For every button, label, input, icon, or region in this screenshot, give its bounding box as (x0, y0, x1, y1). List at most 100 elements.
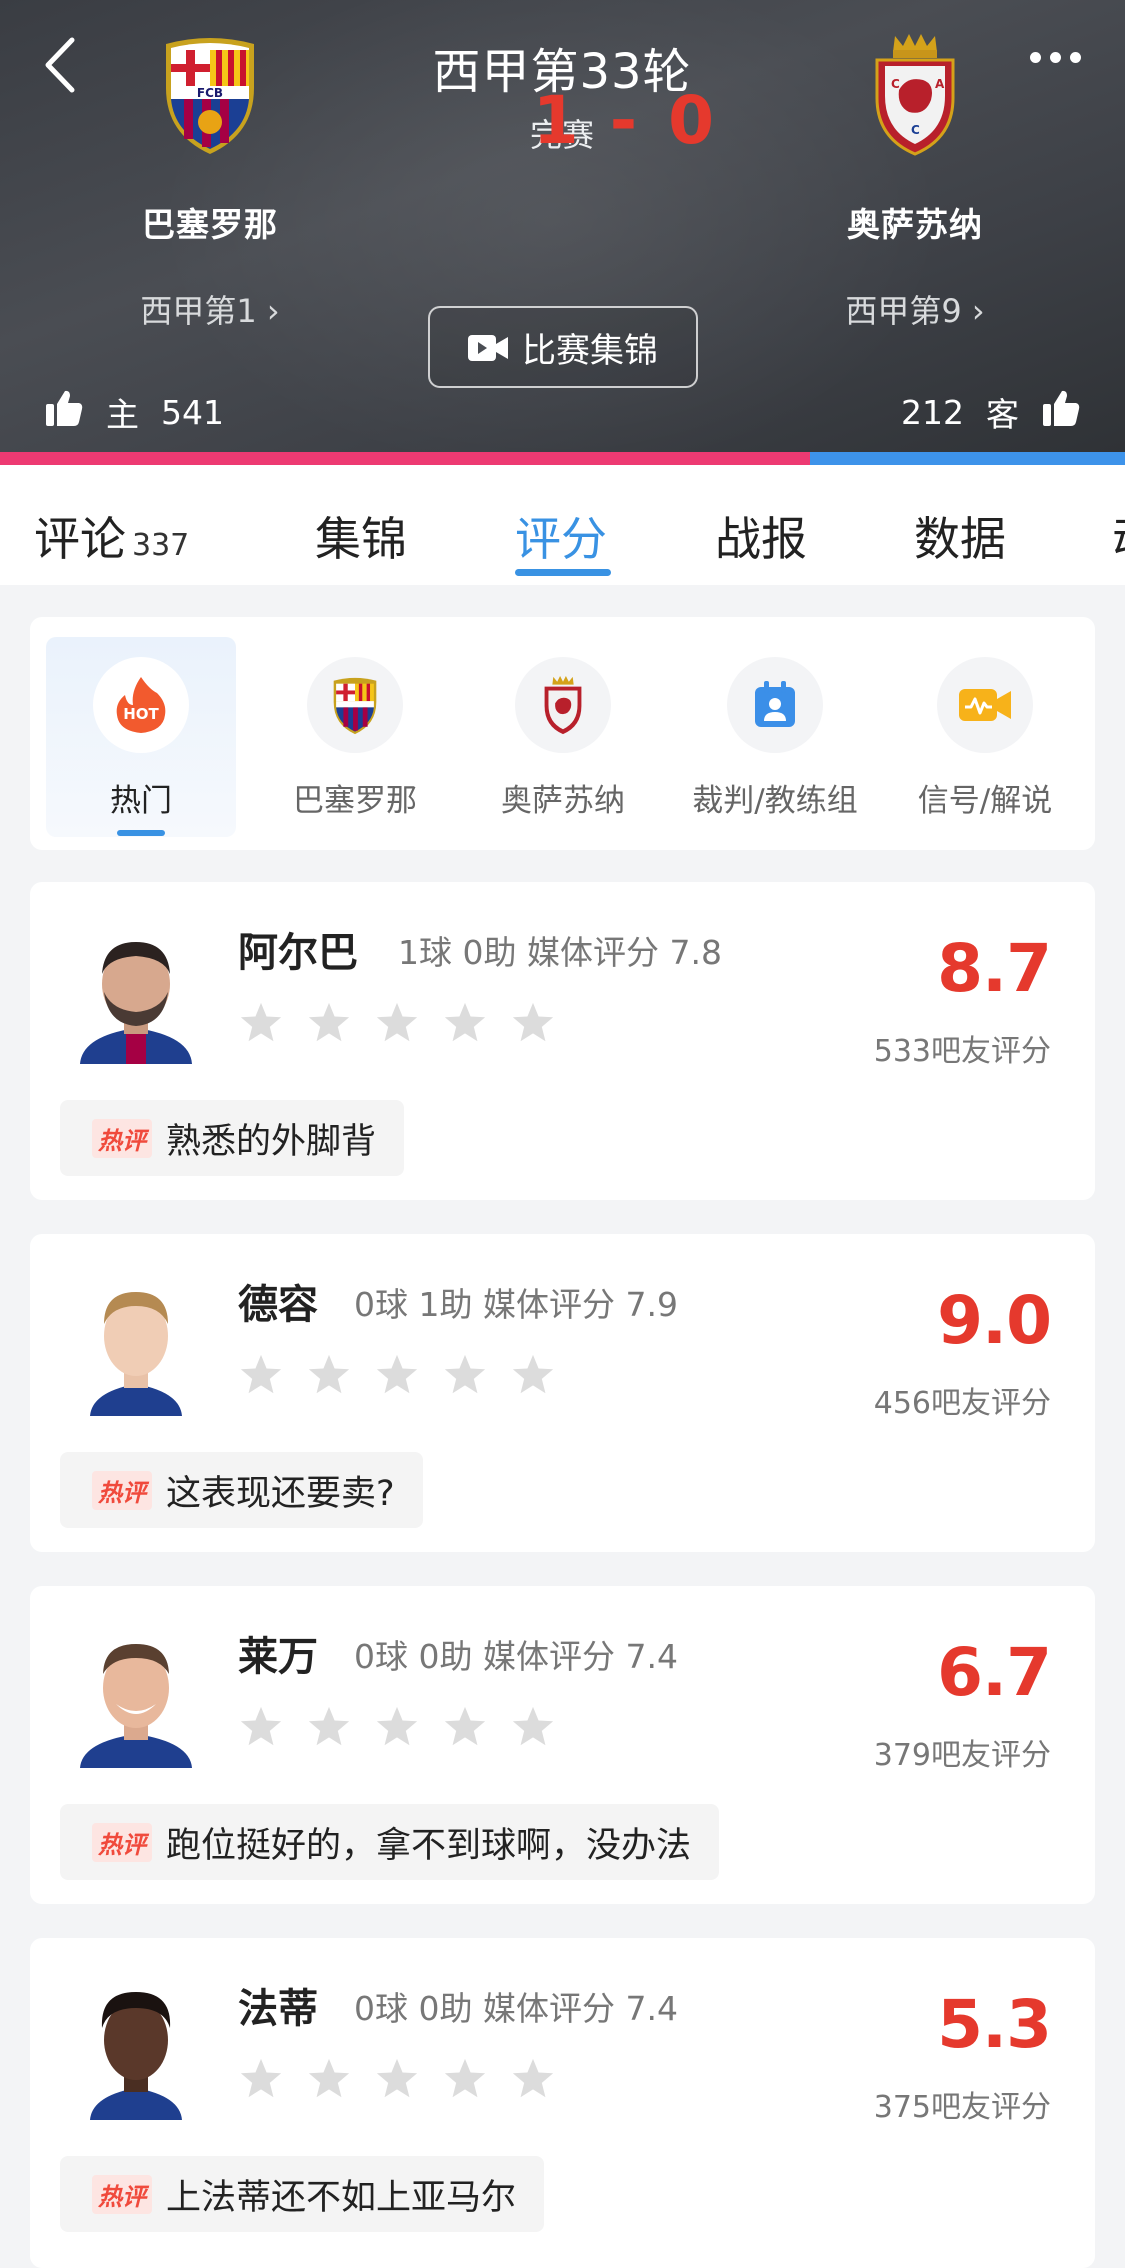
star-icon[interactable] (238, 2056, 284, 2102)
tab-ratings[interactable]: 评分 (515, 503, 607, 569)
star-icon[interactable] (374, 1000, 420, 1046)
player-rating-card[interactable]: 阿尔巴 1球 0助 媒体评分 7.8 8.7 533吧友评分 热评 熟悉的外脚背 (30, 882, 1095, 1200)
tab-report[interactable]: 战报 (715, 503, 807, 569)
home-vote[interactable]: 主 541 (44, 388, 224, 436)
star-icon[interactable] (442, 1352, 488, 1398)
star-icon[interactable] (238, 1704, 284, 1750)
fan-score: 9.0 (937, 1282, 1052, 1359)
hot-comment[interactable]: 热评 跑位挺好的，拿不到球啊，没办法 (60, 1804, 720, 1880)
hot-comment[interactable]: 热评 上法蒂还不如上亚马尔 (60, 2156, 545, 2232)
fan-score: 6.7 (937, 1634, 1052, 1711)
hot-comment-text: 上法蒂还不如上亚马尔 (166, 2177, 517, 2218)
tab-bar: 评论337 集锦 评分 战报 数据 动 (0, 465, 1125, 585)
star-icon[interactable] (374, 1352, 420, 1398)
thumbs-up-icon (1041, 388, 1081, 436)
star-icon[interactable] (238, 1352, 284, 1398)
active-category-indicator (117, 830, 165, 836)
barcelona-crest-icon: FCB (146, 30, 274, 158)
player-stats: 1球 0助 媒体评分 7.8 (398, 933, 722, 972)
hot-comment-text: 这表现还要卖? (166, 1473, 395, 1514)
tab-stats[interactable]: 数据 (914, 503, 1006, 569)
match-score: 1 - 0 (532, 82, 718, 159)
match-header: FCB 巴塞罗那 西甲第1 › 西甲第33轮 1 - 0 完赛 C A C 奥萨… (0, 0, 1125, 452)
highlights-label: 比赛集锦 (522, 330, 658, 371)
star-rating[interactable] (238, 1704, 556, 1750)
player-rating-card[interactable]: 莱万 0球 0助 媒体评分 7.4 6.7 379吧友评分 热评 跑位挺好的，拿… (30, 1586, 1095, 1904)
star-icon[interactable] (306, 2056, 352, 2102)
category-label: 信号/解说 (917, 783, 1053, 819)
home-team[interactable]: FCB 巴塞罗那 西甲第1 › (80, 30, 340, 332)
svg-text:C: C (891, 77, 900, 91)
player-rating-card[interactable]: 法蒂 0球 0助 媒体评分 7.4 5.3 375吧友评分 热评 上法蒂还不如上… (30, 1938, 1095, 2268)
star-icon[interactable] (442, 1704, 488, 1750)
player-name: 法蒂 (238, 1986, 318, 2032)
category-referee[interactable]: 裁判/教练组 (675, 637, 875, 837)
match-highlights-button[interactable]: 比赛集锦 (428, 306, 698, 388)
svg-text:FCB: FCB (197, 86, 223, 100)
hot-comment[interactable]: 热评 熟悉的外脚背 (60, 1100, 405, 1176)
rater-count: 379吧友评分 (873, 1738, 1051, 1773)
hot-comment-tag: 热评 (92, 1470, 152, 1510)
svg-text:C: C (911, 123, 920, 137)
player-avatar (60, 1980, 212, 2120)
star-rating[interactable] (238, 2056, 556, 2102)
tab-more[interactable]: 动 (1112, 503, 1125, 569)
broadcast-icon (937, 657, 1033, 753)
star-icon[interactable] (510, 1352, 556, 1398)
fan-score: 5.3 (937, 1986, 1052, 2063)
vote-ratio-bar (0, 452, 1125, 465)
star-icon[interactable] (374, 2056, 420, 2102)
video-icon (468, 332, 508, 362)
star-icon[interactable] (442, 1000, 488, 1046)
svg-text:A: A (935, 77, 945, 91)
away-team[interactable]: C A C 奥萨苏纳 西甲第9 › (785, 30, 1045, 332)
category-label: 巴塞罗那 (293, 783, 417, 819)
rating-category-panel: HOT 热门 巴塞罗那 奥萨苏纳 裁判/教练组 信号/解说 (30, 617, 1095, 850)
category-osasuna[interactable]: 奥萨苏纳 (468, 637, 658, 837)
category-barcelona[interactable]: 巴塞罗那 (260, 637, 450, 837)
home-team-rank[interactable]: 西甲第1 › (80, 286, 340, 332)
star-icon[interactable] (306, 1704, 352, 1750)
category-hot[interactable]: HOT 热门 (46, 637, 236, 837)
away-vote-label: 客 (986, 395, 1019, 434)
player-avatar (60, 1628, 212, 1768)
star-icon[interactable] (306, 1352, 352, 1398)
star-icon[interactable] (510, 1000, 556, 1046)
category-label: 热门 (110, 783, 172, 819)
away-vote[interactable]: 212 客 (901, 388, 1081, 436)
category-label: 裁判/教练组 (692, 783, 858, 819)
star-icon[interactable] (306, 1000, 352, 1046)
star-rating[interactable] (238, 1000, 556, 1046)
category-broadcast[interactable]: 信号/解说 (885, 637, 1085, 837)
fan-score: 8.7 (937, 930, 1052, 1007)
category-label: 奥萨苏纳 (501, 783, 625, 819)
star-icon[interactable] (442, 2056, 488, 2102)
star-rating[interactable] (238, 1352, 556, 1398)
active-tab-indicator (515, 569, 611, 576)
rater-count: 375吧友评分 (873, 2090, 1051, 2125)
hot-comment-text: 熟悉的外脚背 (166, 1121, 377, 1162)
away-team-rank[interactable]: 西甲第9 › (785, 286, 1045, 332)
hot-comment-text: 跑位挺好的，拿不到球啊，没办法 (166, 1825, 692, 1866)
tab-comments[interactable]: 评论 337 (34, 503, 189, 569)
hot-comment[interactable]: 热评 这表现还要卖? (60, 1452, 423, 1528)
hot-comment-tag: 热评 (92, 1118, 152, 1158)
comment-count: 337 (132, 528, 190, 563)
player-name: 德容 (238, 1282, 318, 1328)
home-team-name: 巴塞罗那 (142, 205, 278, 244)
star-icon[interactable] (374, 1704, 420, 1750)
hot-comment-tag: 热评 (92, 1822, 152, 1862)
home-vote-bar (0, 452, 810, 465)
star-icon[interactable] (238, 1000, 284, 1046)
player-rating-card[interactable]: 德容 0球 1助 媒体评分 7.9 9.0 456吧友评分 热评 这表现还要卖? (30, 1234, 1095, 1552)
player-name: 阿尔巴 (238, 930, 358, 976)
star-icon[interactable] (510, 1704, 556, 1750)
star-icon[interactable] (510, 2056, 556, 2102)
thumbs-up-icon (44, 388, 84, 436)
player-avatar (60, 924, 212, 1064)
tab-highlights[interactable]: 集锦 (315, 503, 407, 569)
rater-count: 456吧友评分 (873, 1386, 1051, 1421)
svg-text:HOT: HOT (123, 705, 159, 723)
referee-icon (727, 657, 823, 753)
player-stats: 0球 0助 媒体评分 7.4 (354, 1989, 678, 2028)
